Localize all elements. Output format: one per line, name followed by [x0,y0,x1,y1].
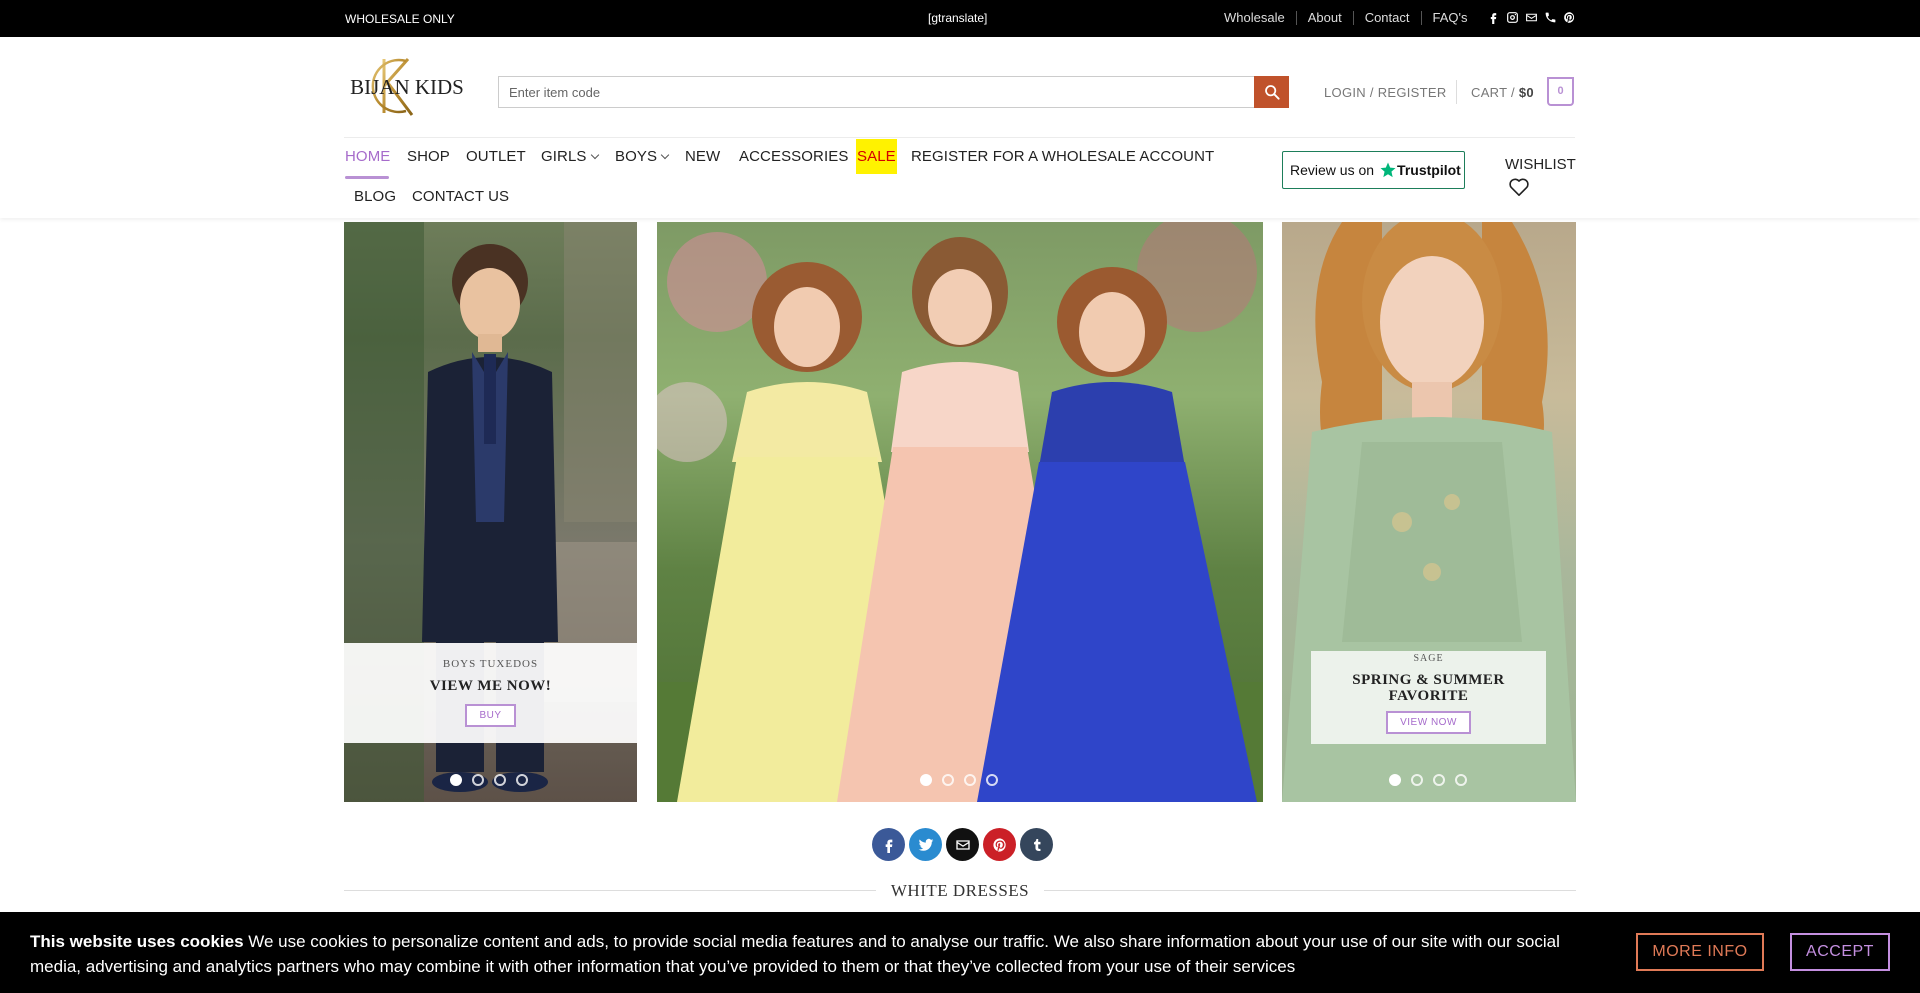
trustpilot-prefix: Review us on [1290,162,1375,178]
login-register-link[interactable]: LOGIN / REGISTER [1324,85,1447,100]
banner-left-caption: BOYS TUXEDOS VIEW ME NOW! BUY [344,643,637,743]
nav-item-boys-label: BOYS [615,148,658,165]
search-bar [498,76,1289,108]
top-social-icons [1487,11,1576,24]
share-facebook-button[interactable] [872,828,905,861]
slider-dots-right [1389,774,1467,786]
slider-dot[interactable] [1455,774,1467,786]
gtranslate-text: [gtranslate] [928,11,988,25]
search-icon [1264,85,1280,100]
site-logo[interactable]: BIJAN KIDS [346,53,468,119]
nav-active-indicator [345,176,389,179]
banner-right-title: SPRING & SUMMER FAVORITE [1311,672,1546,704]
nav-item-new[interactable]: NEW [685,148,720,165]
banner-right-caption: SAGE SPRING & SUMMER FAVORITE VIEW NOW [1311,651,1546,744]
pinterest-icon[interactable] [1563,11,1576,24]
email-icon[interactable] [1525,11,1538,24]
cookie-banner: This website uses cookies We use cookies… [0,912,1920,993]
cookie-message-bold: This website uses cookies [30,932,244,951]
slider-dot[interactable] [964,774,976,786]
share-tumblr-button[interactable] [1020,828,1053,861]
top-link-wholesale[interactable]: Wholesale [1224,10,1296,25]
slider-dot[interactable] [920,774,932,786]
tumblr-icon [1033,838,1040,851]
top-link-contact[interactable]: Contact [1354,10,1421,25]
accept-button[interactable]: ACCEPT [1790,933,1890,971]
cookie-message-text: We use cookies to personalize content an… [30,932,1560,976]
instagram-icon[interactable] [1506,11,1519,24]
slider-dot[interactable] [986,774,998,786]
trustpilot-brand: Trustpilot [1397,162,1461,178]
share-twitter-button[interactable] [909,828,942,861]
top-link-faqs[interactable]: FAQ's [1422,10,1479,25]
banner-right-title-line2: FAVORITE [1388,688,1469,704]
buy-button[interactable]: BUY [465,704,516,727]
banner-sage-dress[interactable]: SAGE SPRING & SUMMER FAVORITE VIEW NOW [1282,222,1576,802]
trustpilot-logo: Trustpilot [1379,161,1461,179]
banner-right-subtitle: SAGE [1413,653,1444,664]
divider [344,137,1575,138]
banner-right-title-line1: SPRING & SUMMER [1352,672,1505,688]
slider-dot[interactable] [472,774,484,786]
chevron-down-icon [660,150,670,160]
share-email-button[interactable] [946,828,979,861]
nav-item-girls-label: GIRLS [541,148,587,165]
share-pinterest-button[interactable] [983,828,1016,861]
slider-dot[interactable] [494,774,506,786]
slider-dot[interactable] [1411,774,1423,786]
search-input[interactable] [499,77,1249,107]
heart-icon[interactable] [1508,177,1530,202]
more-info-button[interactable]: MORE INFO [1636,933,1764,971]
nav-item-register-wholesale[interactable]: REGISTER FOR A WHOLESALE ACCOUNT [911,148,1214,165]
top-link-about[interactable]: About [1297,10,1353,25]
trustpilot-review-button[interactable]: Review us on Trustpilot [1282,151,1465,189]
nav-item-outlet[interactable]: OUTLET [466,148,526,165]
nav-item-shop[interactable]: SHOP [407,148,450,165]
three-girls-in-dresses-image [657,222,1263,802]
banner-left-title: VIEW ME NOW! [429,678,552,694]
cart-amount: $0 [1518,85,1534,100]
search-button[interactable] [1254,76,1289,108]
cart-count-badge[interactable]: 0 [1547,77,1574,106]
phone-icon[interactable] [1544,11,1557,24]
top-links: Wholesale About Contact FAQ's [1224,10,1576,25]
section-heading: WHITE DRESSES [344,881,1576,901]
share-buttons [872,828,1053,861]
nav-item-boys[interactable]: BOYS [615,148,670,165]
nav-item-contact-us[interactable]: CONTACT US [412,188,509,205]
nav-item-home[interactable]: HOME [345,148,390,165]
cart-label: CART / [1471,85,1515,100]
logo-text: BIJAN KIDS [350,75,464,99]
section-title-text: WHITE DRESSES [890,881,1030,900]
slider-dot[interactable] [942,774,954,786]
wishlist-link[interactable]: WISHLIST [1505,156,1576,173]
email-icon [955,839,970,850]
slider-dot[interactable] [516,774,528,786]
twitter-icon [918,838,933,851]
banner-boys-tuxedos[interactable]: BOYS TUXEDOS VIEW ME NOW! BUY [344,222,637,802]
nav-item-sale[interactable]: SALE [856,139,897,174]
pinterest-icon [992,837,1006,852]
chevron-down-icon [590,150,599,160]
cart-link[interactable]: CART / $0 [1471,85,1534,100]
site-header: BIJAN KIDS LOGIN / REGISTER CART / $0 0 … [0,37,1920,218]
slider-dot[interactable] [1433,774,1445,786]
banner-left-subtitle: BOYS TUXEDOS [442,658,539,670]
nav-item-accessories[interactable]: ACCESSORIES [739,148,848,165]
wholesale-only-text: WHOLESALE ONLY [345,12,455,26]
divider [1456,80,1457,104]
banner-girls-dresses[interactable] [657,222,1263,802]
nav-item-girls[interactable]: GIRLS [541,148,599,165]
slider-dots-left [450,774,528,786]
facebook-icon[interactable] [1487,11,1500,24]
slider-dot[interactable] [1389,774,1401,786]
cookie-message: This website uses cookies We use cookies… [30,929,1600,979]
slider-dots-center [920,774,998,786]
nav-item-blog[interactable]: BLOG [354,188,396,205]
top-bar: WHOLESALE ONLY [gtranslate] Wholesale Ab… [0,0,1920,37]
facebook-icon [885,839,892,853]
star-icon [1380,162,1396,178]
slider-dot[interactable] [450,774,462,786]
view-now-button[interactable]: VIEW NOW [1386,711,1471,734]
